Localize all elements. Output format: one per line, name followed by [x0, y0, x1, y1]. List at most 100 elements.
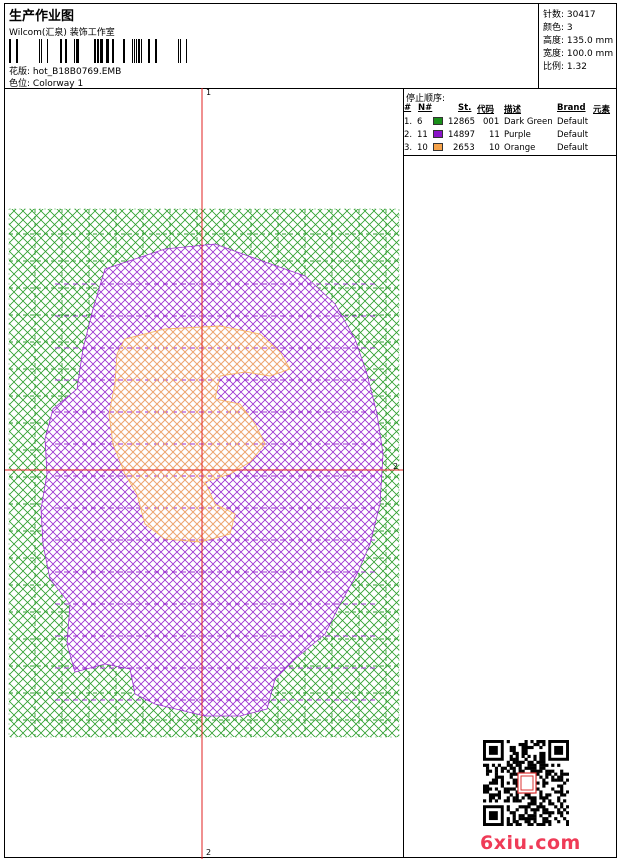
- qr-module: [530, 823, 534, 826]
- spec-height: 高度: 135.0 mm: [543, 36, 614, 46]
- qr-module: [539, 793, 543, 797]
- qr-module: [512, 778, 516, 782]
- color-swatch: [433, 117, 443, 125]
- qr-module: [512, 817, 516, 821]
- qr-module: [503, 766, 507, 770]
- color-swatch: [433, 143, 443, 151]
- qr-module: [494, 793, 499, 797]
- qr-module: [521, 796, 525, 800]
- qr-module: [512, 745, 516, 750]
- qr-module: [557, 799, 561, 803]
- qr-module: [500, 781, 504, 785]
- qr-module: [524, 766, 528, 770]
- qr-module: [566, 790, 569, 794]
- qr-module: [524, 811, 528, 815]
- qr-module: [521, 751, 525, 756]
- qr-module: [500, 778, 504, 782]
- qr-module: [518, 823, 522, 826]
- qr-code: [483, 740, 569, 826]
- qr-module: [527, 793, 531, 797]
- qr-module: [521, 817, 525, 821]
- qr-module: [515, 760, 519, 764]
- qr-module: [563, 793, 567, 797]
- qr-module: [512, 781, 516, 785]
- qr-module: [527, 820, 531, 824]
- qr-module: [560, 790, 564, 794]
- qr-module: [542, 808, 546, 812]
- qr-module: [530, 766, 534, 770]
- qr-module: [536, 805, 540, 809]
- row-code: 10: [489, 143, 500, 153]
- qr-module: [542, 781, 546, 785]
- qr-module: [500, 784, 504, 788]
- qr-module: [527, 763, 531, 767]
- qr-module: [494, 799, 499, 803]
- qr-module: [539, 790, 543, 794]
- qr-module: [542, 799, 546, 803]
- qr-module: [545, 811, 549, 815]
- qr-module: [506, 796, 510, 800]
- qr-module: [512, 787, 516, 791]
- col-header-brand: Brand: [557, 103, 586, 113]
- qr-module: [548, 820, 552, 824]
- qr-module: [554, 772, 558, 776]
- row-desc: Orange: [504, 143, 536, 153]
- qr-module: [494, 778, 499, 782]
- qr-module: [512, 751, 516, 756]
- qr-module: [533, 814, 537, 818]
- qr-module: [548, 823, 552, 826]
- qr-module: [521, 745, 525, 750]
- qr-module: [518, 799, 522, 803]
- col-header-needle: N#: [418, 103, 433, 113]
- qr-module: [536, 787, 540, 791]
- qr-module: [560, 814, 564, 818]
- qr-module: [542, 817, 546, 821]
- qr-module: [524, 742, 528, 747]
- qr-module: [557, 808, 561, 812]
- qr-module: [521, 754, 525, 758]
- qr-module: [521, 742, 525, 747]
- qr-module: [530, 740, 534, 744]
- qr-module: [506, 817, 510, 821]
- qr-module: [512, 769, 516, 773]
- qr-module: [563, 781, 567, 785]
- qr-module: [545, 775, 549, 779]
- qr-module: [533, 757, 537, 761]
- qr-module: [512, 799, 516, 803]
- qr-module: [524, 745, 528, 750]
- qr-module: [539, 766, 543, 770]
- qr-module: [548, 769, 552, 773]
- qr-module: [557, 763, 561, 767]
- qr-module: [524, 748, 528, 753]
- row-brand: Default: [557, 143, 589, 153]
- qr-module: [515, 796, 519, 800]
- qr-module: [545, 772, 549, 776]
- qr-module: [524, 757, 528, 761]
- qr-module: [485, 772, 490, 776]
- qr-module: [545, 763, 549, 767]
- qr-module: [557, 775, 561, 779]
- qr-module: [539, 754, 543, 758]
- qr-module: [497, 793, 501, 797]
- qr-module: [563, 799, 567, 803]
- row-code: 11: [489, 130, 500, 140]
- qr-module: [560, 805, 564, 809]
- qr-module: [554, 817, 558, 821]
- qr-module: [545, 808, 549, 812]
- qr-module: [566, 820, 569, 824]
- qr-module: [503, 787, 507, 791]
- qr-module: [512, 760, 516, 764]
- qr-module: [509, 823, 513, 826]
- qr-module: [566, 823, 569, 826]
- qr-module: [548, 802, 552, 806]
- qr-module: [521, 814, 525, 818]
- qr-module: [539, 775, 543, 779]
- qr-module: [554, 778, 558, 782]
- qr-module: [524, 820, 528, 824]
- qr-module: [545, 817, 549, 821]
- qr-module: [548, 811, 552, 815]
- row-stitches: 2653: [453, 143, 475, 153]
- qr-module: [483, 799, 487, 803]
- qr-module: [491, 793, 496, 797]
- qr-module: [483, 787, 487, 791]
